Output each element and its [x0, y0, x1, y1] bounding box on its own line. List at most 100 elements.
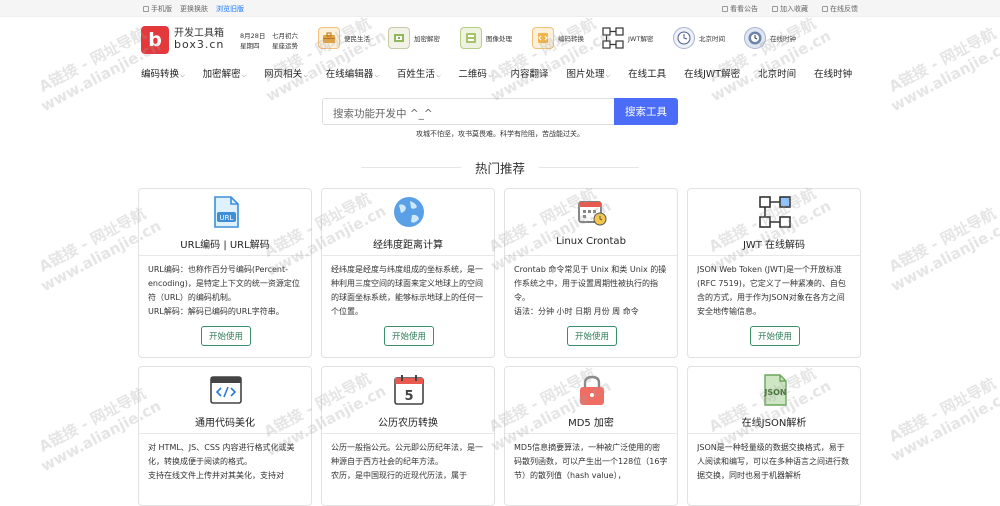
card-description: JSON是一种轻量级的数据交换格式，易于人阅读和编写，可以在多种语言之间进行数据… — [697, 443, 849, 480]
padlock-icon — [575, 373, 609, 407]
divider — [322, 433, 494, 434]
globe-icon — [392, 195, 426, 229]
json-file-icon: JSON — [758, 373, 792, 407]
svg-text:5: 5 — [404, 389, 413, 404]
tool-card-jwt[interactable]: JWT 在线解码 JSON Web Token (JWT)是一个开放标准(RFC… — [687, 188, 861, 358]
watermark: A链接 - 网址导航 www.alianjie.cn — [885, 24, 1000, 116]
chevron-down-icon: ⌵ — [435, 72, 441, 79]
mobile-link[interactable]: 手机版 — [143, 4, 172, 14]
fortune-link[interactable]: 星座运势 — [272, 41, 298, 51]
chevron-down-icon: ⌵ — [374, 72, 379, 79]
quick-link-online-clock[interactable]: 在线时钟 — [744, 27, 796, 49]
code-icon — [532, 27, 554, 49]
notice-link[interactable]: 看看公告 — [722, 4, 758, 14]
start-button[interactable]: 开始使用 — [384, 326, 434, 346]
nav-item-image[interactable]: 图片处理⌵ — [566, 66, 610, 80]
nav-item-beijing-time[interactable]: 北京时间 — [758, 66, 796, 80]
quick-label: 在线时钟 — [770, 35, 796, 43]
divider — [688, 255, 860, 256]
old-version-link[interactable]: 浏览旧版 — [216, 4, 244, 14]
divider — [505, 433, 677, 434]
divider — [539, 167, 639, 168]
url-file-icon: URL — [209, 195, 243, 229]
watermark: A链接 - 网址导航 www.alianjie.cn — [485, 14, 614, 106]
tool-card-md5[interactable]: MD5 加密 MD5信息摘要算法，一种被广泛使用的密码散列函数，可以产生出一个1… — [504, 366, 678, 506]
svg-text:JSON: JSON — [763, 388, 786, 397]
jwt-icon — [602, 27, 624, 49]
lunar-date: 七月初六 — [272, 32, 298, 40]
lunar-display: 七月初六 星座运势 — [272, 31, 298, 52]
date-day: 8月28日 — [240, 32, 266, 40]
divider — [688, 433, 860, 434]
card-title: 经纬度距离计算 — [373, 240, 443, 251]
tool-card-json[interactable]: JSON 在线JSON解析 JSON是一种轻量级的数据交换格式，易于人阅读和编写… — [687, 366, 861, 506]
divider — [505, 255, 677, 256]
quick-label: 便民生活 — [344, 35, 370, 43]
nav-item-translate[interactable]: 内容翻译 — [510, 66, 548, 80]
jwt-icon — [758, 195, 792, 229]
site-domain: box3.cn — [174, 38, 225, 52]
tool-card-geo-distance[interactable]: 经纬度距离计算 经纬度是经度与纬度组成的坐标系统，是一种利用三度空间的球面来定义… — [321, 188, 495, 358]
hot-section-header: 热门推荐 — [0, 158, 1000, 177]
nav-item-encode[interactable]: 编码转换⌵ — [141, 66, 185, 80]
watermark: A链接 - 网址导航 www.alianjie.cn — [885, 204, 1000, 296]
quick-link-crypto[interactable]: 加密解密 — [388, 27, 440, 49]
nav-item-tools[interactable]: 在线工具 — [628, 66, 666, 80]
card-description: JSON Web Token (JWT)是一个开放标准(RFC 7519)，它定… — [697, 265, 846, 316]
search-bar: 搜索功能开发中 ^_^ 搜索工具 — [322, 98, 678, 125]
card-description: MD5信息摘要算法，一种被广泛使用的密码散列函数，可以产生出一个128位（16字… — [514, 443, 668, 480]
favorite-link[interactable]: 加入收藏 — [772, 4, 808, 14]
phone-icon — [143, 6, 149, 12]
site-logo[interactable]: b 开发工具箱 box3.cn — [141, 26, 224, 54]
calendar-icon: 5 — [392, 373, 426, 407]
date-display: 8月28日 星期四 — [240, 31, 265, 52]
card-title: URL编码 | URL解码 — [180, 240, 270, 251]
tool-card-url[interactable]: URL URL编码 | URL解码 URL编码：也称作百分号编码(Percent… — [138, 188, 312, 358]
slogan: 攻城不怕坚，攻书莫畏难。科学有险阻，苦战能过关。 — [416, 130, 584, 138]
code-window-icon — [209, 373, 243, 407]
nav-item-life[interactable]: 百姓生活⌵ — [397, 66, 441, 80]
nav-item-online-clock[interactable]: 在线时钟 — [814, 66, 852, 80]
nav-item-web[interactable]: 网页相关⌵ — [264, 66, 308, 80]
quick-link-jwt[interactable]: JWT解密 — [602, 27, 653, 49]
nav-item-jwt[interactable]: 在线JWT解密 — [684, 66, 740, 80]
date-weekday: 星期四 — [240, 42, 260, 51]
start-button[interactable]: 开始使用 — [201, 326, 251, 346]
hot-title: 热门推荐 — [474, 161, 525, 176]
skin-link[interactable]: 更换换肤 — [180, 4, 208, 14]
tool-card-crontab[interactable]: Linux Crontab Crontab 命令常见于 Unix 和类 Unix… — [504, 188, 678, 358]
nav-item-editor[interactable]: 在线编辑器⌵ — [326, 66, 379, 80]
quick-label: 图像处理 — [486, 35, 512, 43]
feedback-icon — [822, 6, 828, 12]
nav-item-crypto[interactable]: 加密解密⌵ — [203, 66, 247, 80]
quick-link-life[interactable]: 便民生活 — [318, 27, 370, 49]
lock-icon — [388, 27, 410, 49]
chevron-down-icon: ⌵ — [487, 72, 493, 79]
quick-link-image[interactable]: 图像处理 — [460, 27, 512, 49]
nav-item-qrcode[interactable]: 二维码⌵ — [458, 66, 492, 80]
search-input[interactable]: 搜索功能开发中 ^_^ — [322, 98, 614, 125]
feedback-link[interactable]: 在线反馈 — [822, 4, 858, 14]
search-button[interactable]: 搜索工具 — [614, 98, 678, 125]
card-description: 公历一般指公元。公元即公历纪年法，是一种源自于西方社会的纪年方法。 农历，是中国… — [331, 443, 483, 480]
watermark: A链接 - 网址导航 www.alianjie.cn — [885, 374, 1000, 466]
quick-link-beijing-time[interactable]: 北京时间 — [673, 27, 725, 49]
card-title: Linux Crontab — [556, 236, 626, 247]
quick-label: 加密解密 — [414, 35, 440, 43]
chevron-down-icon: ⌵ — [180, 72, 185, 79]
start-button[interactable]: 开始使用 — [750, 326, 800, 346]
quick-link-encode[interactable]: 编码转换 — [532, 27, 584, 49]
quick-label: 北京时间 — [699, 35, 725, 43]
card-description: Crontab 命令常见于 Unix 和类 Unix 的操作系统之中，用于设置周… — [514, 265, 667, 316]
clock-icon — [673, 27, 695, 49]
logo-mark: b — [141, 26, 169, 54]
divider — [360, 167, 461, 168]
tool-card-code-beautify[interactable]: 通用代码美化 对 HTML、JS、CSS 内容进行格式化或美化，转换成便于阅读的… — [138, 366, 312, 506]
card-description: 对 HTML、JS、CSS 内容进行格式化或美化，转换成便于阅读的格式。 支持在… — [148, 443, 295, 480]
start-button[interactable]: 开始使用 — [567, 326, 617, 346]
card-title: JWT 在线解码 — [742, 240, 806, 251]
tool-card-calendar-convert[interactable]: 5 公历农历转换 公历一般指公元。公元即公历纪年法，是一种源自于西方社会的纪年方… — [321, 366, 495, 506]
chevron-down-icon: ⌵ — [241, 72, 247, 79]
card-description: URL编码：也称作百分号编码(Percent-encoding)，是特定上下文的… — [148, 265, 300, 316]
star-icon — [772, 6, 778, 12]
